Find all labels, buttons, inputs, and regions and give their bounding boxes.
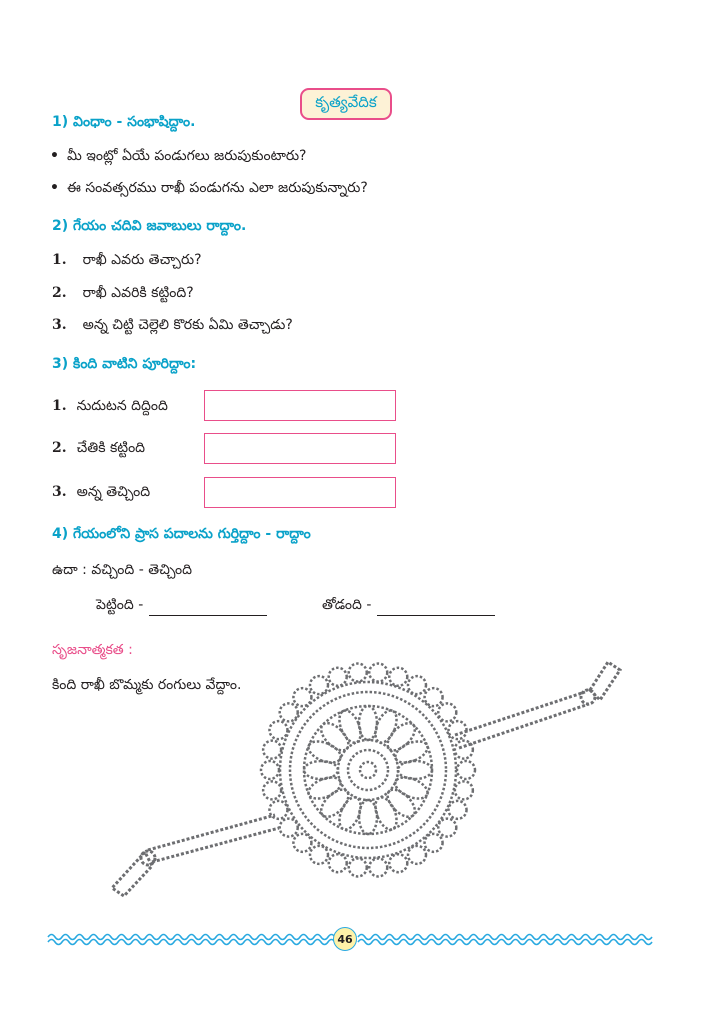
rakhi-bead xyxy=(367,662,389,683)
item-text: అన్న చిట్టి చెల్లెలి కొరకు ఏమి తెచ్చాడు? xyxy=(82,317,293,333)
rakhi-bead xyxy=(292,686,313,708)
rakhi-bead xyxy=(327,852,348,874)
rakhi-inner-ring xyxy=(302,704,434,836)
wave-line xyxy=(47,938,343,946)
rakhi-bead xyxy=(447,799,468,821)
item-text: నుదుటన దిద్దింది xyxy=(76,398,168,414)
section-3-item-1: 1. నుదుటన దిద్దింది xyxy=(52,398,168,417)
section-1-question-2: • ఈ సంవత్సరము రాఖీ పండుగను ఎలా జరుపుకున్న… xyxy=(50,180,368,199)
example-line: ఉదా : వచ్చింది - తెచ్చింది xyxy=(52,562,193,578)
wave-line xyxy=(357,933,653,941)
rakhi-bead xyxy=(367,857,389,878)
section-1-heading: 1) వింధాం - సంభాషిద్దాం. xyxy=(52,114,196,130)
fill-blank-2: తోడంది - xyxy=(322,597,496,616)
rakhi-bead xyxy=(327,666,348,688)
rakhi-bead xyxy=(437,702,458,723)
rakhi-knot-right xyxy=(579,688,597,706)
item-number: 2. xyxy=(52,285,67,301)
item-number: 2. xyxy=(52,440,67,456)
rakhi-bead xyxy=(437,817,458,838)
rakhi-illustration xyxy=(109,659,623,898)
blank-line[interactable] xyxy=(377,614,496,616)
bullet-icon: • xyxy=(50,148,59,164)
item-number: 3. xyxy=(52,484,67,500)
rakhi-outer-ring xyxy=(278,680,458,860)
item-text: రాఖీ ఎవరు తెచ్చారు? xyxy=(82,252,202,268)
item-number: 3. xyxy=(52,317,67,333)
rakhi-knot-left xyxy=(139,849,157,867)
rakhi-petal xyxy=(357,798,379,836)
rakhi-bead xyxy=(406,674,428,696)
answer-box-1[interactable] xyxy=(204,390,396,421)
item-text: అన్న తెచ్చింది xyxy=(76,484,151,500)
rakhi-bead xyxy=(455,759,477,781)
rakhi-thread-left xyxy=(151,826,280,864)
page-number: 46 xyxy=(333,927,357,951)
rakhi-bead xyxy=(261,780,283,801)
page-title: కృత్యవేదిక xyxy=(300,88,392,120)
rakhi-bead xyxy=(292,832,313,854)
question-text: ఈ సంవత్సరము రాఖీ పండుగను ఎలా జరుపుకున్నా… xyxy=(66,180,368,196)
section-3-item-2: 2. చేతికి కట్టింది xyxy=(52,440,145,459)
section-2-item-3: 3. అన్న చిట్టి చెల్లెలి కొరకు ఏమి తెచ్చాడ… xyxy=(52,317,293,336)
item-number: 1. xyxy=(52,398,67,414)
section-2-item-2: 2. రాఖీ ఎవరికి కట్టింది? xyxy=(52,285,194,304)
section-2-item-1: 1. రాఖీ ఎవరు తెచ్చారు? xyxy=(52,252,202,271)
answer-box-2[interactable] xyxy=(204,433,396,464)
rakhi-core-ring xyxy=(336,738,400,802)
rakhi-core-ring xyxy=(346,748,390,792)
rakhi-bead xyxy=(308,844,330,866)
rakhi-bead xyxy=(406,844,428,866)
fill-label: తోడంది - xyxy=(322,597,372,613)
rakhi-middle-ring xyxy=(288,690,448,850)
rakhi-petal xyxy=(302,759,340,781)
blank-line[interactable] xyxy=(149,614,268,616)
section-4-heading: 4) గేయంలోని ప్రాస పదాలను గుర్తిద్దాం - ర… xyxy=(52,526,311,542)
rakhi-bead xyxy=(259,759,281,781)
rakhi-core-dot xyxy=(358,760,378,780)
rakhi-petal xyxy=(396,759,434,781)
item-text: రాఖీ ఎవరికి కట్టింది? xyxy=(82,285,194,301)
rakhi-bead xyxy=(268,719,289,741)
item-text: చేతికి కట్టింది xyxy=(76,440,146,456)
rakhi-bead xyxy=(453,780,475,801)
section-3-item-3: 3. అన్న తెచ్చింది xyxy=(52,484,150,503)
rakhi-bead xyxy=(347,857,369,878)
fill-blank-1: పెట్టింది - xyxy=(96,597,268,616)
rakhi-bead xyxy=(447,719,468,741)
section-2-heading: 2) గేయం చదివి జవాబులు రాద్దాం. xyxy=(52,218,247,234)
rakhi-bead xyxy=(308,674,330,696)
bullet-icon: • xyxy=(50,180,59,196)
rakhi-bead xyxy=(261,739,283,760)
rakhi-bead xyxy=(388,852,409,874)
question-text: మీ ఇంట్లో ఏయే పండుగలు జరుపుకుంటారు? xyxy=(66,148,307,164)
fill-label: పెట్టింది - xyxy=(96,597,144,613)
wave-line xyxy=(357,938,653,946)
section-3-heading: 3) కింది వాటిని పూరిద్దాం: xyxy=(52,356,197,372)
item-number: 1. xyxy=(52,252,67,268)
footer-wave-decoration xyxy=(47,933,653,946)
rakhi-bead xyxy=(388,666,409,688)
section-1-question-1: • మీ ఇంట్లో ఏయే పండుగలు జరుపుకుంటారు? xyxy=(50,148,306,167)
rakhi-tassel-left xyxy=(109,849,154,898)
rakhi-petal xyxy=(357,704,379,742)
answer-box-3[interactable] xyxy=(204,477,396,508)
wave-line xyxy=(47,933,343,941)
rakhi-bead xyxy=(347,662,369,683)
rakhi-bead xyxy=(268,799,289,821)
